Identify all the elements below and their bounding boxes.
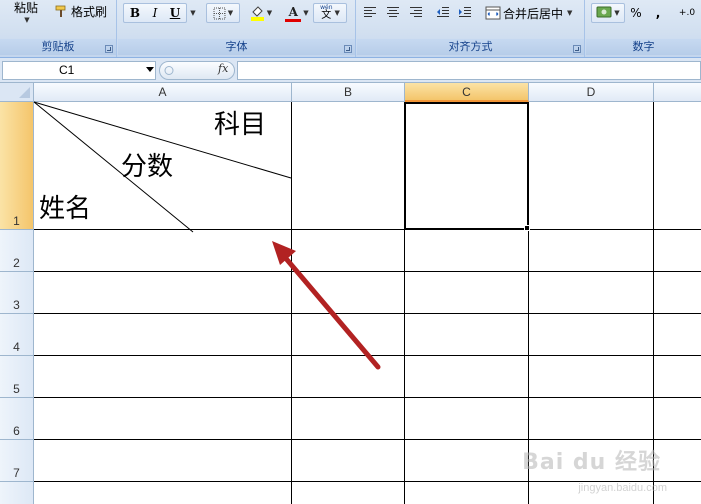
font-dialog-launcher-icon[interactable] [344, 45, 352, 53]
cell-a1-name-label: 姓名 [39, 194, 92, 224]
baidu-watermark-url: jingyan.baidu.com [578, 482, 667, 494]
worksheet-grid[interactable]: A B C D 1 2 3 4 5 6 7 科目 分数 姓名 Bai du 经验… [0, 83, 701, 504]
red-arrow-annotation-icon [272, 241, 381, 370]
baidu-watermark-logo: Bai du 经验 [522, 450, 661, 475]
chevron-down-icon: ▼ [567, 9, 573, 17]
percent-label: % [630, 6, 642, 20]
format-painter-label: 格式刷 [70, 4, 107, 19]
decrease-indent-button[interactable] [433, 3, 453, 23]
insert-function-button[interactable]: fx [218, 62, 228, 75]
font-color-swatch [285, 18, 302, 22]
font-color-icon: A [285, 4, 302, 22]
font-color-button[interactable]: A ▼ [279, 3, 315, 23]
increase-indent-button[interactable] [455, 3, 475, 23]
formula-input[interactable] [237, 61, 701, 80]
format-painter-button[interactable]: 格式刷 [50, 1, 112, 21]
name-box-dropdown-icon[interactable] [146, 67, 154, 72]
cell-a1-subject-label: 科目 [214, 110, 267, 140]
merge-center-button[interactable]: 合并后居中 ▼ [484, 3, 580, 23]
increase-decimal-button[interactable]: +.0 [674, 3, 700, 23]
chevron-down-icon: ▼ [303, 9, 309, 17]
name-box[interactable]: C1 [2, 61, 156, 80]
underline-dropdown[interactable]: ▼ [187, 3, 197, 23]
italic-button[interactable]: I [145, 6, 165, 20]
font-color-glyph: A [288, 4, 298, 19]
chevron-down-icon: ▼ [614, 9, 620, 17]
merge-center-icon [485, 6, 501, 20]
percent-style-button[interactable]: % [626, 3, 646, 23]
format-painter-icon [55, 5, 68, 18]
merge-center-label: 合并后居中 [503, 6, 564, 21]
comma-style-button[interactable]: , [648, 3, 668, 23]
phonetic-bottom-glyph: 文 [321, 10, 332, 21]
increase-indent-icon [458, 6, 472, 21]
paste-button[interactable]: 粘贴 ▼ [6, 0, 46, 26]
phonetic-guide-button[interactable]: wén 文 ▼ [313, 3, 347, 23]
align-right-icon [409, 6, 423, 21]
align-right-button[interactable] [406, 3, 426, 23]
chevron-down-icon: ▼ [190, 9, 196, 17]
alignment-dialog-launcher-icon[interactable] [573, 45, 581, 53]
align-center-button[interactable] [383, 3, 403, 23]
text-style-buttons: B I U [123, 3, 187, 23]
accounting-format-icon [596, 5, 612, 22]
comma-label: , [655, 6, 661, 20]
number-group-label: 数字 [586, 39, 701, 55]
align-left-button[interactable] [360, 3, 380, 23]
paste-label: 粘贴 [13, 0, 38, 15]
ribbon: 粘贴 ▼ 格式刷 剪贴板 B I U ▼ ▼ ▼ A ▼ wén 文 ▼ 字体 … [0, 0, 701, 58]
decrease-indent-icon [436, 6, 450, 21]
borders-icon [213, 7, 226, 20]
clipboard-group-label: 剪贴板 [0, 39, 116, 55]
fill-color-button[interactable]: ▼ [244, 3, 278, 23]
cell-a1-score-label: 分数 [121, 152, 174, 182]
align-center-icon [386, 6, 400, 21]
alignment-group-label: 对齐方式 [357, 39, 584, 55]
chevron-down-icon: ▼ [266, 9, 273, 17]
alignment-group: 合并后居中 ▼ 对齐方式 [357, 0, 585, 57]
chevron-down-icon: ▼ [334, 9, 340, 17]
active-cell-c1[interactable] [404, 102, 529, 230]
number-group: ▼ % , +.0 数字 [586, 0, 701, 57]
fill-handle[interactable] [524, 225, 530, 231]
font-group-label: 字体 [118, 39, 355, 55]
fill-color-icon [250, 5, 265, 21]
clipboard-dialog-launcher-icon[interactable] [105, 45, 113, 53]
font-group: B I U ▼ ▼ ▼ A ▼ wén 文 ▼ 字体 [118, 0, 356, 57]
formula-bar: C1 fx [0, 58, 701, 83]
borders-button[interactable]: ▼ [206, 3, 240, 23]
phonetic-guide-icon: wén 文 [320, 5, 332, 21]
bold-button[interactable]: B [125, 6, 145, 20]
align-left-icon [363, 6, 377, 21]
clipboard-group: 粘贴 ▼ 格式刷 剪贴板 [0, 0, 117, 57]
increase-decimal-label: +.0 [678, 8, 696, 18]
chevron-down-icon: ▼ [24, 15, 30, 24]
chevron-down-icon: ▼ [227, 9, 234, 17]
underline-button[interactable]: U [165, 6, 185, 20]
accounting-format-button[interactable]: ▼ [591, 3, 625, 23]
